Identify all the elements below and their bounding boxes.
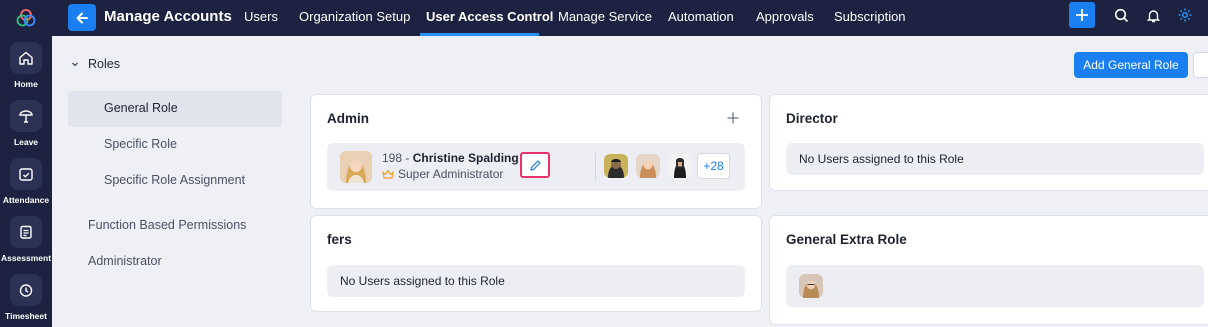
role-users-panel: No Users assigned to this Role (786, 143, 1204, 175)
notifications-button[interactable] (1145, 7, 1161, 23)
empty-role-message: No Users assigned to this Role (340, 274, 505, 288)
crown-icon (382, 169, 394, 179)
settings-button[interactable] (1177, 7, 1193, 23)
role-users-panel (786, 265, 1204, 307)
app-rail: Home Leave Attendance Assessment Timeshe… (0, 0, 52, 327)
bell-icon (1146, 9, 1160, 22)
divider (595, 153, 596, 181)
role-card-title: fers (327, 232, 352, 247)
rail-label-home: Home (14, 79, 38, 89)
rail-item-timesheet[interactable]: Timesheet (0, 274, 52, 321)
app-logo-icon[interactable] (16, 8, 36, 28)
avatar[interactable] (799, 274, 823, 298)
role-users-panel: No Users assigned to this Role (327, 265, 745, 297)
role-card-general-extra-role: General Extra Role (769, 215, 1208, 325)
page-title: Manage Accounts (104, 8, 232, 25)
tab-automation[interactable]: Automation (668, 9, 734, 24)
roles-section-label: Roles (88, 57, 120, 71)
role-card-admin: Admin 198 - Christine Spalding Super Adm… (310, 94, 762, 209)
tab-users[interactable]: Users (244, 9, 278, 24)
tab-organization-setup[interactable]: Organization Setup (299, 9, 410, 24)
rail-item-assessment[interactable]: Assessment (0, 216, 52, 263)
arrow-left-icon (76, 12, 88, 23)
menu-item-function-based-permissions[interactable]: Function Based Permissions (88, 218, 246, 232)
home-icon (10, 42, 42, 74)
leave-icon (10, 100, 42, 132)
search-button[interactable] (1113, 7, 1129, 23)
top-nav-bar: Manage Accounts Users Organization Setup… (52, 0, 1208, 36)
assessment-icon (10, 216, 42, 248)
gear-icon (1178, 8, 1192, 22)
role-users-panel: 198 - Christine Spalding Super Administr… (327, 143, 745, 191)
add-general-role-button[interactable]: Add General Role (1074, 52, 1188, 78)
rail-item-home[interactable]: Home (0, 42, 52, 89)
roles-section-toggle[interactable]: Roles (70, 57, 120, 71)
active-tab-indicator (420, 33, 539, 36)
empty-role-message: No Users assigned to this Role (799, 152, 964, 166)
user-name[interactable]: 198 - Christine Spalding (382, 151, 519, 165)
more-users-badge[interactable]: +28 (697, 153, 730, 179)
role-card-title: Director (786, 111, 838, 126)
avatar[interactable] (340, 151, 372, 183)
rail-label-attendance: Attendance (2, 195, 50, 205)
menu-item-specific-role[interactable]: Specific Role (104, 137, 177, 151)
attendance-icon (10, 158, 42, 190)
plus-icon (1076, 9, 1088, 21)
menu-item-general-role[interactable]: General Role (104, 101, 178, 115)
rail-label-assessment: Assessment (0, 253, 52, 263)
rail-label-leave: Leave (13, 137, 39, 147)
quick-add-button[interactable] (1069, 2, 1095, 28)
timesheet-icon (10, 274, 42, 306)
avatar[interactable] (604, 154, 628, 178)
avatar[interactable] (636, 154, 660, 178)
tab-user-access-control[interactable]: User Access Control (426, 9, 553, 24)
back-button[interactable] (68, 4, 96, 31)
search-icon (1114, 8, 1128, 22)
chevron-down-icon (72, 62, 78, 67)
search-roles-button[interactable] (1193, 52, 1208, 78)
add-user-icon[interactable] (727, 112, 739, 124)
role-card-fers: fers No Users assigned to this Role (310, 215, 762, 312)
user-role: Super Administrator (382, 167, 503, 181)
rail-item-attendance[interactable]: Attendance (0, 158, 52, 205)
tab-approvals[interactable]: Approvals (756, 9, 814, 24)
tab-subscription[interactable]: Subscription (834, 9, 906, 24)
menu-item-administrator[interactable]: Administrator (88, 254, 162, 268)
menu-item-specific-role-assignment[interactable]: Specific Role Assignment (104, 173, 245, 187)
rail-item-leave[interactable]: Leave (0, 100, 52, 147)
rail-label-timesheet: Timesheet (5, 311, 47, 321)
role-card-title: Admin (327, 111, 369, 126)
avatar[interactable] (668, 154, 692, 178)
pencil-icon (529, 159, 541, 171)
tab-manage-service[interactable]: Manage Service (558, 9, 652, 24)
edit-user-button[interactable] (520, 152, 550, 178)
role-card-director: Director No Users assigned to this Role (769, 94, 1208, 191)
role-card-title: General Extra Role (786, 232, 907, 247)
